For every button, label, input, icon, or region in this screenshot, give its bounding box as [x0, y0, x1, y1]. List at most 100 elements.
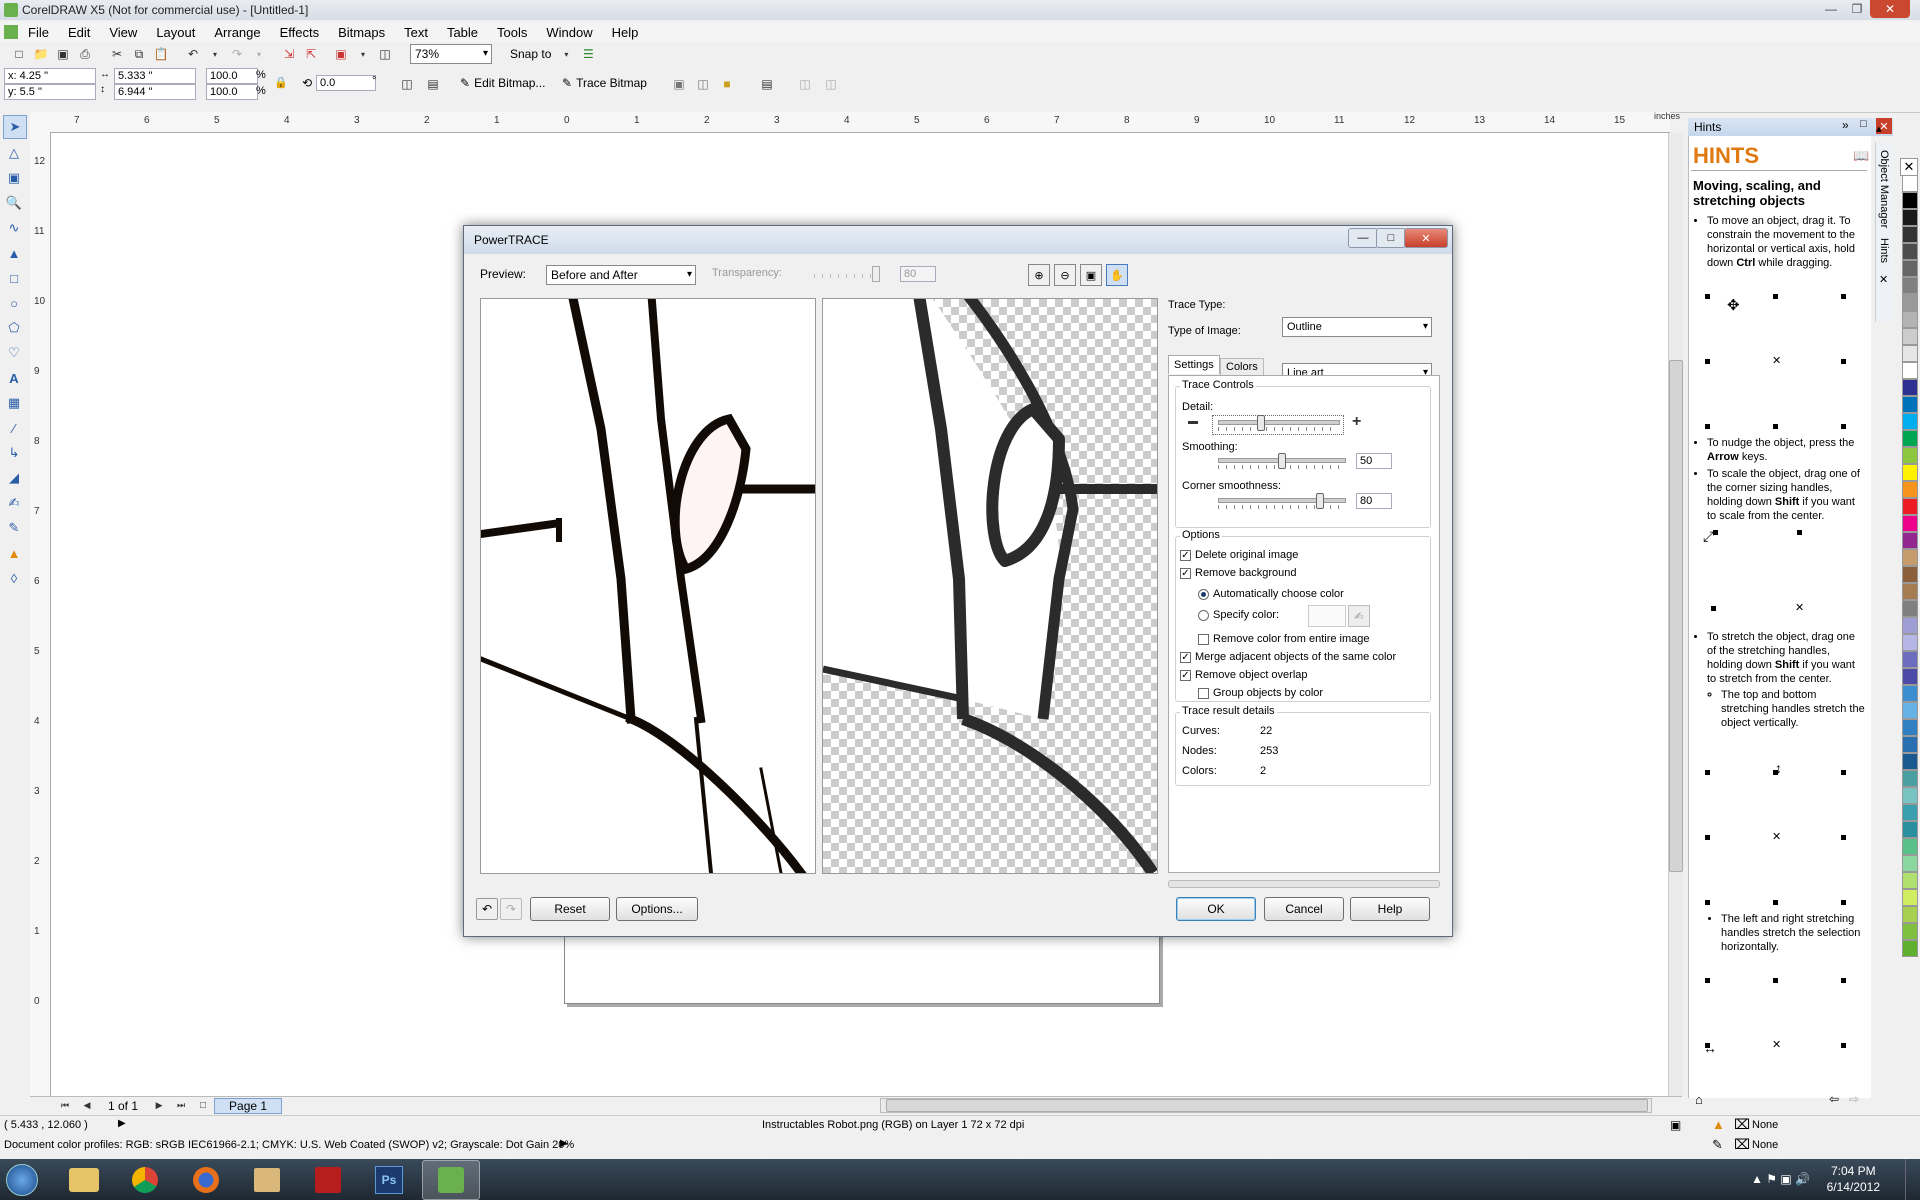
zoom-out-icon[interactable]: ⊖ [1054, 264, 1076, 286]
color-swatch[interactable] [1902, 549, 1918, 566]
restore-icon[interactable]: ❐ [1844, 0, 1870, 18]
crop-tool-icon[interactable]: ▣ [3, 167, 25, 189]
copy-icon[interactable]: ⧉ [131, 46, 147, 62]
trace-type-select[interactable]: Outline [1282, 317, 1432, 337]
color-swatch[interactable] [1902, 515, 1918, 532]
corner-slider-track[interactable] [1218, 498, 1346, 503]
color-swatch[interactable] [1902, 243, 1918, 260]
docker-collapse-icon[interactable]: » [1842, 118, 1849, 132]
hints-book-icon[interactable]: 📖 [1853, 148, 1869, 164]
vertical-scroll-thumb[interactable] [1669, 360, 1683, 872]
document-color-profiles[interactable]: Document color profiles: RGB: sRGB IEC61… [4, 1139, 574, 1151]
color-swatch[interactable] [1902, 209, 1918, 226]
rotation-angle-field[interactable]: 0.0 [316, 75, 376, 91]
x-position-field[interactable]: x: 4.25 " [4, 68, 96, 84]
menu-tools[interactable]: Tools [497, 25, 527, 40]
color-swatch[interactable] [1902, 600, 1918, 617]
new-icon[interactable]: □ [11, 46, 27, 62]
welcome-screen-icon[interactable]: ◫ [377, 46, 393, 62]
print-icon[interactable]: ⎙ [77, 46, 93, 62]
smoothing-value[interactable]: 50 [1356, 453, 1392, 469]
color-swatch[interactable] [1902, 481, 1918, 498]
polygon-tool-icon[interactable]: ⬠ [3, 317, 25, 339]
smoothing-slider-thumb[interactable] [1278, 453, 1286, 469]
remove-background-checkbox[interactable]: ✓ Remove background [1180, 567, 1297, 579]
options-icon[interactable]: ☰ [580, 46, 596, 62]
start-button[interactable] [0, 1160, 44, 1200]
hints-tab[interactable]: Hints [1878, 238, 1890, 263]
color-swatch[interactable] [1902, 889, 1918, 906]
trace-bitmap-button[interactable]: ✎ Trace Bitmap [562, 76, 647, 90]
hints-back-icon[interactable]: ⇦ [1829, 1092, 1839, 1106]
undo-icon[interactable]: ↶ [185, 46, 201, 62]
system-clock[interactable]: 7:04 PM 6/14/2012 [1827, 1163, 1880, 1195]
zoom-level-combo[interactable]: 73% [410, 44, 492, 64]
auto-choose-color-radio[interactable]: Automatically choose color [1198, 588, 1344, 600]
no-outline-swatch-icon[interactable]: ⌧ [1734, 1136, 1750, 1153]
blend-tool-icon[interactable]: ◢ [3, 467, 25, 489]
menu-layout[interactable]: Layout [156, 25, 195, 40]
add-page-icon[interactable]: □ [195, 1098, 211, 1114]
color-swatch[interactable] [1902, 413, 1918, 430]
link-icon[interactable]: ▤ [759, 76, 775, 92]
color-swatch[interactable] [1902, 617, 1918, 634]
snap-to-button[interactable]: Snap to [510, 47, 551, 61]
shape-tool-icon[interactable]: △ [3, 142, 25, 164]
rectangle-tool-icon[interactable]: □ [3, 267, 25, 289]
fit-to-window-icon[interactable]: ▣ [1080, 264, 1102, 286]
color-swatch[interactable] [1902, 175, 1918, 192]
before-preview[interactable] [480, 298, 816, 874]
fill-tool-icon[interactable]: ▲ [3, 542, 25, 564]
color-swatch[interactable] [1902, 192, 1918, 209]
no-color-swatch-icon[interactable]: ✕ [1900, 158, 1918, 176]
color-swatch[interactable] [1902, 668, 1918, 685]
detail-slider-thumb[interactable] [1257, 415, 1265, 431]
color-swatch[interactable] [1902, 634, 1918, 651]
freehand-tool-icon[interactable]: ∿ [3, 217, 25, 239]
mirror-vertical-icon[interactable]: ▤ [425, 76, 441, 92]
corner-slider-thumb[interactable] [1315, 493, 1324, 509]
color-swatch[interactable] [1902, 294, 1918, 311]
menu-bitmaps[interactable]: Bitmaps [338, 25, 385, 40]
system-tray[interactable]: ▲ ⚑ ▣ 🔊 [1751, 1172, 1810, 1186]
close-icon[interactable]: ✕ [1870, 0, 1910, 18]
dialog-maximize-icon[interactable]: □ [1376, 228, 1406, 248]
snap-dropdown-icon[interactable]: ▾ [558, 46, 574, 62]
merge-adjacent-checkbox[interactable]: ✓ Merge adjacent objects of the same colo… [1180, 651, 1396, 663]
firefox-taskbar-icon[interactable] [178, 1161, 234, 1199]
color-swatch[interactable] [1902, 498, 1918, 515]
minimize-icon[interactable]: — [1818, 0, 1844, 18]
ok-button[interactable]: OK [1176, 897, 1256, 921]
transparency-value[interactable]: 80 [900, 266, 936, 282]
save-icon[interactable]: ▣ [55, 46, 71, 62]
eyedropper-tool-icon[interactable]: ✍ [3, 492, 25, 514]
color-swatch[interactable] [1902, 396, 1918, 413]
page-tab[interactable]: Page 1 [214, 1097, 283, 1114]
profile-expand-icon[interactable]: ▶ [560, 1138, 568, 1149]
connector-tool-icon[interactable]: ↳ [3, 442, 25, 464]
dialog-close-icon[interactable]: ✕ [1404, 228, 1448, 248]
basic-shapes-icon[interactable]: ♡ [3, 342, 25, 364]
color-swatch[interactable] [1902, 923, 1918, 940]
crop-bitmap-icon[interactable]: ▣ [671, 76, 687, 92]
folder-taskbar-icon[interactable] [239, 1161, 295, 1199]
next-page-icon[interactable]: ▶ [151, 1098, 167, 1114]
color-swatch[interactable] [1902, 379, 1918, 396]
interactive-fill-icon[interactable]: ◊ [3, 567, 25, 589]
bitmap-color-mask-icon[interactable]: ■ [719, 76, 735, 92]
color-swatch[interactable] [1902, 226, 1918, 243]
object-manager-tab[interactable]: Object Manager [1878, 150, 1890, 228]
delete-original-checkbox[interactable]: ✓ Delete original image [1180, 549, 1298, 561]
first-page-icon[interactable]: ⏮ [57, 1098, 73, 1114]
last-page-icon[interactable]: ⏭ [173, 1098, 189, 1114]
status-expand-icon[interactable]: ▶ [118, 1118, 126, 1129]
table-tool-icon[interactable]: ▦ [3, 392, 25, 414]
tab-settings[interactable]: Settings [1168, 355, 1220, 374]
menu-view[interactable]: View [109, 25, 137, 40]
specify-color-swatch[interactable] [1308, 605, 1346, 627]
menu-text[interactable]: Text [404, 25, 428, 40]
color-swatch[interactable] [1902, 804, 1918, 821]
color-swatch[interactable] [1902, 838, 1918, 855]
color-swatch[interactable] [1902, 532, 1918, 549]
menu-help[interactable]: Help [612, 25, 639, 40]
